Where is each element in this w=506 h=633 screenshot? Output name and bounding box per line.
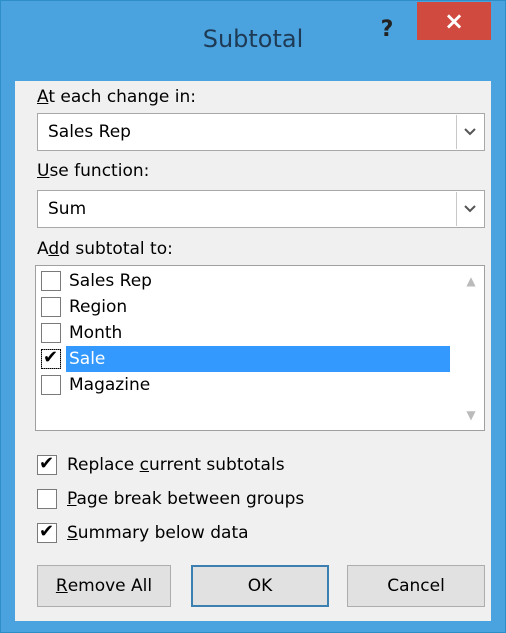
chevron-down-icon	[464, 205, 476, 213]
at-each-change-dropdown[interactable]: Sales Rep	[37, 113, 485, 151]
use-function-label: Use function:	[37, 161, 150, 181]
title-bar[interactable]: Subtotal ? ×	[1, 1, 505, 81]
help-button[interactable]: ?	[375, 17, 399, 42]
summary-below-data-label: Summary below data	[67, 523, 249, 543]
checkbox[interactable]	[41, 323, 61, 343]
check-icon: ✔	[39, 521, 55, 542]
subtotal-dialog: Subtotal ? × At each change in: Sales Re…	[0, 0, 506, 633]
checkbox[interactable]: ✔	[41, 347, 61, 369]
add-subtotal-label: Add subtotal to:	[37, 239, 173, 259]
use-function-dropdown[interactable]: Sum	[37, 190, 485, 228]
add-subtotal-listbox[interactable]: Sales Rep Region Month ✔ Sale Magazine ▲…	[35, 265, 485, 431]
cancel-button[interactable]: Cancel	[347, 565, 485, 607]
list-item-magazine[interactable]: Magazine	[38, 372, 450, 398]
at-each-change-label: At each change in:	[37, 87, 197, 107]
checkbox[interactable]	[41, 375, 61, 395]
dropdown-arrow-button[interactable]	[456, 115, 483, 149]
replace-current-subtotals-label: Replace current subtotals	[67, 455, 285, 475]
page-break-label: Page break between groups	[67, 489, 305, 509]
list-item-label: Month	[69, 323, 123, 343]
at-each-change-value: Sales Rep	[48, 122, 131, 142]
check-icon: ✔	[43, 347, 59, 368]
checkbox[interactable]: ✔	[37, 453, 57, 475]
list-item-label: Sales Rep	[69, 271, 152, 291]
list-item-sales-rep[interactable]: Sales Rep	[38, 268, 450, 294]
close-icon: ×	[443, 7, 465, 35]
list-item-label: Region	[69, 297, 128, 317]
list-item-label: Sale	[66, 346, 450, 372]
checkbox[interactable]	[41, 271, 61, 291]
checkbox[interactable]	[37, 489, 57, 509]
use-function-value: Sum	[48, 199, 87, 219]
chevron-down-icon	[464, 128, 476, 136]
remove-all-button[interactable]: Remove All	[37, 565, 171, 607]
dialog-body: At each change in: Sales Rep Use functio…	[15, 81, 491, 621]
vertical-scrollbar[interactable]: ▲ ▼	[459, 267, 483, 429]
checkbox[interactable]: ✔	[37, 521, 57, 543]
check-icon: ✔	[39, 453, 55, 474]
scroll-up-icon[interactable]: ▲	[459, 271, 483, 291]
scroll-down-icon[interactable]: ▼	[459, 405, 483, 425]
list-item-label: Magazine	[69, 375, 151, 395]
dropdown-arrow-button[interactable]	[456, 192, 483, 226]
list-item-sale[interactable]: ✔ Sale	[38, 346, 450, 372]
close-button[interactable]: ×	[417, 2, 491, 40]
list-item-region[interactable]: Region	[38, 294, 450, 320]
checkbox[interactable]	[41, 297, 61, 317]
list-item-month[interactable]: Month	[38, 320, 450, 346]
ok-button[interactable]: OK	[191, 565, 329, 607]
